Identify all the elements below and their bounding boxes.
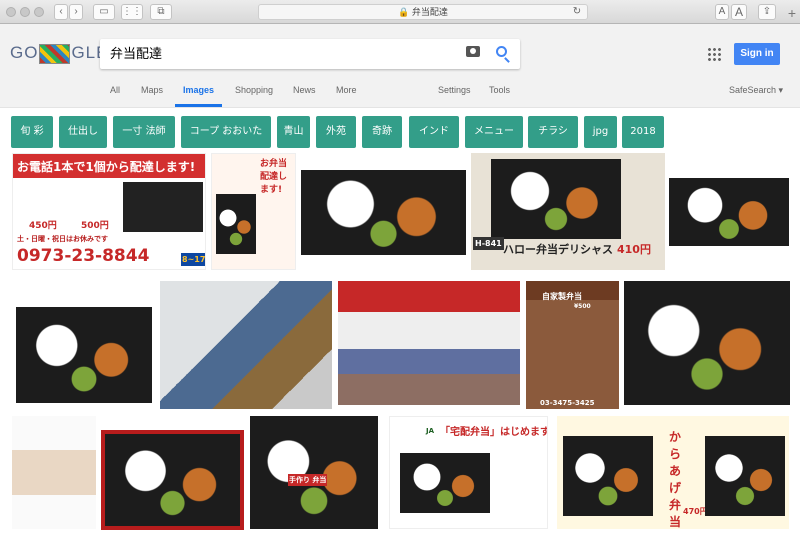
image-result[interactable]: JA 「宅配弁当」はじめます <box>389 416 548 529</box>
tab-more[interactable]: More <box>336 85 357 95</box>
image-result[interactable] <box>101 430 244 530</box>
tab-shopping[interactable]: Shopping <box>235 85 273 95</box>
chip[interactable]: 外苑 <box>316 116 356 148</box>
image-result[interactable] <box>301 170 466 255</box>
sign-in-button[interactable]: Sign in <box>734 43 780 65</box>
url-text: 弁当配達 <box>411 7 448 17</box>
chip[interactable]: jpg <box>584 116 617 148</box>
image-result[interactable] <box>338 281 520 405</box>
image-result[interactable]: H-841 ハロー弁当デリシャス 410円 <box>471 153 665 270</box>
tab-tools[interactable]: Tools <box>489 85 510 95</box>
tab-settings[interactable]: Settings <box>438 85 471 95</box>
tab-maps[interactable]: Maps <box>141 85 163 95</box>
minimize-window-button[interactable] <box>20 7 30 17</box>
thumb-phone: 03-3475-3425 <box>540 399 595 407</box>
chip[interactable]: 奇跡 <box>362 116 402 148</box>
logo-text-left: GO <box>10 43 39 62</box>
thumb-price: ¥500 <box>574 303 591 310</box>
back-button[interactable]: ‹ <box>54 4 68 20</box>
chip[interactable]: 青山 <box>277 116 310 148</box>
tab-all[interactable]: All <box>110 85 120 95</box>
lock-icon: 🔒 <box>398 7 410 17</box>
browser-toolbar: ‹ › ▭ ⋮⋮ ⧉ 🔒 弁当配達 ↻ A A ⇪ + <box>0 0 800 24</box>
address-bar[interactable]: 🔒 弁当配達 <box>258 4 588 20</box>
text-smaller-button[interactable]: A <box>715 4 729 20</box>
chip[interactable]: コープ おおいた <box>181 116 271 148</box>
new-tab-icon[interactable]: + <box>788 5 796 21</box>
thumb-phone: 0973-23-8844 <box>17 246 150 266</box>
thumb-headline: お弁当 配達します! <box>260 159 288 195</box>
share-icon[interactable]: ⇪ <box>758 4 776 20</box>
google-doodle-logo[interactable]: GO GLE <box>10 43 108 69</box>
thumb-headline: お電話1本で1個から配達します! <box>17 160 196 174</box>
search-header: GOGLE Sign in All Maps Images Shopping N… <box>0 24 800 108</box>
image-result[interactable]: からあげ弁当 470円 <box>557 416 789 529</box>
doodle-tile <box>39 43 71 64</box>
image-result[interactable]: 自家製弁当 ¥500 03-3475-3425 <box>526 281 619 409</box>
tab-images[interactable]: Images <box>183 85 214 95</box>
reload-icon[interactable]: ↻ <box>571 5 583 21</box>
image-result[interactable]: 手作り 弁当 <box>250 416 378 529</box>
image-result[interactable] <box>669 178 789 246</box>
sidebar-icon[interactable]: ▭ <box>93 4 115 20</box>
tab-news[interactable]: News <box>293 85 316 95</box>
thumb-days: 土・日曜・祝日はお休みです <box>17 235 108 243</box>
search-icon[interactable] <box>496 46 507 57</box>
chip[interactable]: メニュー <box>465 116 523 148</box>
thumb-price: 410円 <box>617 243 651 256</box>
chip[interactable]: チラシ <box>528 116 578 148</box>
image-result[interactable] <box>160 281 332 409</box>
image-result[interactable]: お弁当 配達します! <box>211 153 296 270</box>
maximize-window-button[interactable] <box>34 7 44 17</box>
thumb-title: 「宅配弁当」はじめます <box>440 427 548 438</box>
forward-button[interactable]: › <box>69 4 83 20</box>
search-input[interactable] <box>110 45 450 60</box>
image-result[interactable]: お電話1本で1個から配達します! 450円 500円 土・日曜・祝日はお休みです… <box>12 153 206 270</box>
search-box <box>100 39 520 69</box>
chip[interactable]: インド <box>409 116 459 148</box>
related-search-chips: 旬 彩 仕出し 一寸 法師 コープ おおいた 青山 外苑 奇跡 インド メニュー… <box>0 116 800 148</box>
thumb-price: 450円 <box>29 221 57 231</box>
apps-grid-icon[interactable]: ⋮⋮ <box>121 4 143 20</box>
close-window-button[interactable] <box>6 7 16 17</box>
safesearch-dropdown[interactable]: SafeSearch ▾ <box>729 85 783 96</box>
active-tab-indicator <box>175 104 222 107</box>
chip[interactable]: 旬 彩 <box>11 116 53 148</box>
chip[interactable]: 仕出し <box>59 116 107 148</box>
text-larger-button[interactable]: A <box>731 4 747 20</box>
image-result[interactable] <box>12 416 96 529</box>
thumb-code: H-841 <box>473 237 504 250</box>
thumb-price: 500円 <box>81 221 109 231</box>
thumb-price: 470円 <box>683 507 708 516</box>
tabs-overview-icon[interactable]: ⧉ <box>150 4 172 20</box>
thumb-hours: 8~17時 <box>181 253 205 266</box>
thumb-label: ハロー弁当デリシャス <box>503 243 613 256</box>
thumb-title: 手作り 弁当 <box>288 474 328 486</box>
image-result[interactable] <box>12 281 156 409</box>
thumb-title: 自家製弁当 <box>542 292 582 301</box>
chip[interactable]: 一寸 法師 <box>113 116 175 148</box>
apps-icon[interactable] <box>707 47 721 61</box>
chip[interactable]: 2018 <box>622 116 664 148</box>
image-result[interactable] <box>624 281 790 405</box>
camera-icon[interactable] <box>466 46 480 57</box>
thumb-brand: JA <box>426 427 435 435</box>
